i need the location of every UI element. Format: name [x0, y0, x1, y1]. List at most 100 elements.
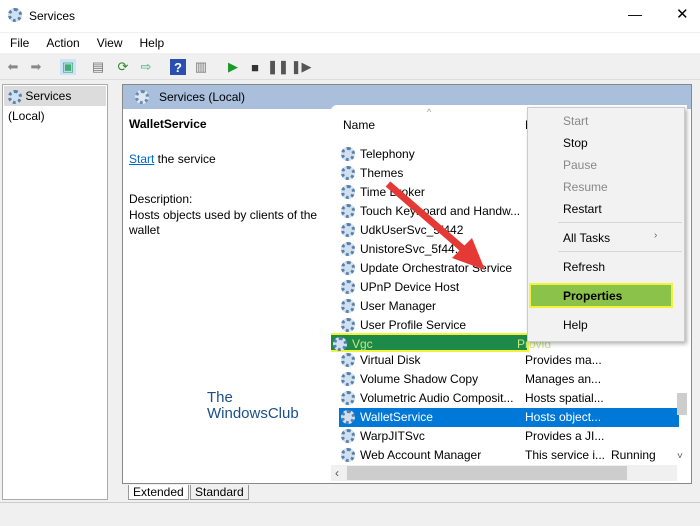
service-name: Themes [360, 166, 404, 180]
menu-item-all-tasks[interactable]: All Tasks [563, 231, 610, 245]
submenu-arrow-icon: › [654, 230, 658, 241]
watermark-line1: The [207, 389, 233, 406]
start-suffix: the service [154, 152, 216, 166]
resume-icon[interactable]: ❚▶ [291, 59, 312, 75]
scroll-left-icon[interactable]: ‹ [335, 466, 339, 480]
properties-icon[interactable]: ▤ [90, 59, 106, 75]
back-icon[interactable]: ⬅ [5, 59, 21, 75]
service-name: User Manager [360, 299, 437, 313]
scroll-down-icon[interactable]: ˅ [677, 451, 683, 462]
minimize-button[interactable]: — [628, 6, 642, 22]
menu-item-pause[interactable]: Pause [563, 158, 597, 172]
export-icon[interactable]: ⇨ [138, 59, 154, 75]
service-name: UPnP Device Host [360, 280, 460, 294]
menu-item-stop[interactable]: Stop [563, 136, 588, 150]
hscroll-thumb[interactable] [347, 466, 627, 480]
status-bar [0, 502, 700, 526]
description-label: Description: [129, 192, 193, 206]
service-icon [341, 147, 355, 161]
service-name: Update Orchestrator Service [360, 261, 513, 275]
service-description: Provides ma... [525, 353, 602, 367]
table-row[interactable]: Virtual Disk Provides ma... [339, 351, 679, 370]
service-icon [333, 337, 347, 351]
service-name: Web Account Manager [360, 448, 482, 462]
play-icon[interactable]: ▶ [225, 59, 241, 75]
selected-service-name: WalletService [129, 117, 207, 131]
service-name: Volume Shadow Copy [360, 372, 479, 386]
tree-item-services-local[interactable]: Services (Local) [4, 86, 106, 123]
description-panel: WalletService Start the service Descript… [129, 117, 329, 422]
scrollbar-thumb[interactable] [677, 393, 687, 415]
service-icon [341, 242, 355, 256]
table-row[interactable]: Web Account Manager This service i... Runn… [339, 446, 679, 465]
service-name: UdkUserSvc_5f442 [360, 223, 464, 237]
start-service-link[interactable]: Start [129, 152, 154, 166]
menu-item-properties[interactable]: Properties [529, 283, 673, 308]
service-icon [341, 429, 355, 443]
service-description: Hosts object... [525, 410, 602, 424]
menu-item-restart[interactable]: Restart [563, 202, 602, 216]
table-row[interactable]: Volume Shadow Copy Manages an... [339, 370, 679, 389]
menu-help[interactable]: Help [140, 36, 165, 50]
service-name: UnistoreSvc_5f44... [360, 242, 465, 256]
menu-separator [558, 222, 682, 223]
services-icon [8, 89, 22, 104]
watermark-logo: The WindowsClub [207, 390, 329, 422]
title-bar: Services — ✕ [0, 0, 700, 32]
forward-icon[interactable]: ➡ [28, 59, 44, 75]
console-tree: Services (Local) [2, 84, 108, 500]
service-name: Volumetric Audio Composit... [360, 391, 514, 405]
service-icon [341, 410, 355, 424]
table-row[interactable]: WalletService Hosts object... [339, 408, 679, 427]
menu-separator [558, 251, 682, 252]
service-icon [341, 185, 355, 199]
pane-title: Services (Local) [159, 90, 246, 104]
menu-item-help[interactable]: Help [563, 318, 588, 332]
service-icon [341, 448, 355, 462]
service-icon [341, 353, 355, 367]
service-name: WarpJITSvc [360, 429, 425, 443]
menu-action[interactable]: Action [46, 36, 79, 50]
horizontal-scrollbar[interactable]: ‹ [331, 465, 677, 481]
services-icon [135, 90, 149, 104]
service-icon [341, 280, 355, 294]
tab-standard[interactable]: Standard [190, 485, 249, 500]
menu-file[interactable]: File [10, 36, 29, 50]
menu-item-resume[interactable]: Resume [563, 180, 608, 194]
menu-item-refresh[interactable]: Refresh [563, 260, 605, 274]
pause-icon[interactable]: ❚❚ [267, 59, 289, 75]
tab-extended[interactable]: Extended [128, 485, 189, 500]
column-name[interactable]: Name [343, 118, 375, 132]
service-icon [341, 223, 355, 237]
sort-arrow-icon: ^ [427, 107, 432, 117]
services-icon [8, 8, 22, 22]
table-row[interactable]: WarpJITSvc Provides a JI... [339, 427, 679, 446]
service-icon [341, 372, 355, 386]
service-name: Time Broker [360, 185, 425, 199]
service-description: Provides a JI... [525, 429, 605, 443]
description-text: Hosts objects used by clients of the wal… [129, 208, 318, 237]
action-pane-icon[interactable]: ▥ [193, 59, 209, 75]
service-icon [341, 318, 355, 332]
properties-label: Properties [563, 289, 623, 303]
refresh-icon[interactable]: ⟳ [115, 59, 131, 75]
service-description: Manages an... [525, 372, 602, 386]
window-title: Services [29, 9, 76, 23]
stop-icon[interactable]: ■ [247, 59, 263, 75]
service-name: Virtual Disk [360, 353, 421, 367]
toolbar: ⬅ ➡ ▣ ▤ ⟳ ⇨ ? ▥ ▶ ■ ❚❚ ❚▶ [0, 54, 700, 80]
service-name: WalletService [360, 410, 433, 424]
table-row[interactable]: Volumetric Audio Composit... Hosts spatia… [339, 389, 679, 408]
menu-bar: File Action View Help [0, 33, 700, 53]
menu-view[interactable]: View [97, 36, 123, 50]
show-console-tree-icon[interactable]: ▣ [60, 59, 76, 75]
menu-item-start[interactable]: Start [563, 114, 588, 128]
service-name: Touch Keyboard and Handw... [360, 204, 521, 218]
table-row[interactable]: Vgc Provid [331, 333, 551, 352]
service-description: Hosts spatial... [525, 391, 604, 405]
service-icon [341, 391, 355, 405]
help-icon[interactable]: ? [170, 59, 186, 75]
service-icon [341, 299, 355, 313]
service-icon [341, 204, 355, 218]
close-button[interactable]: ✕ [676, 5, 689, 23]
